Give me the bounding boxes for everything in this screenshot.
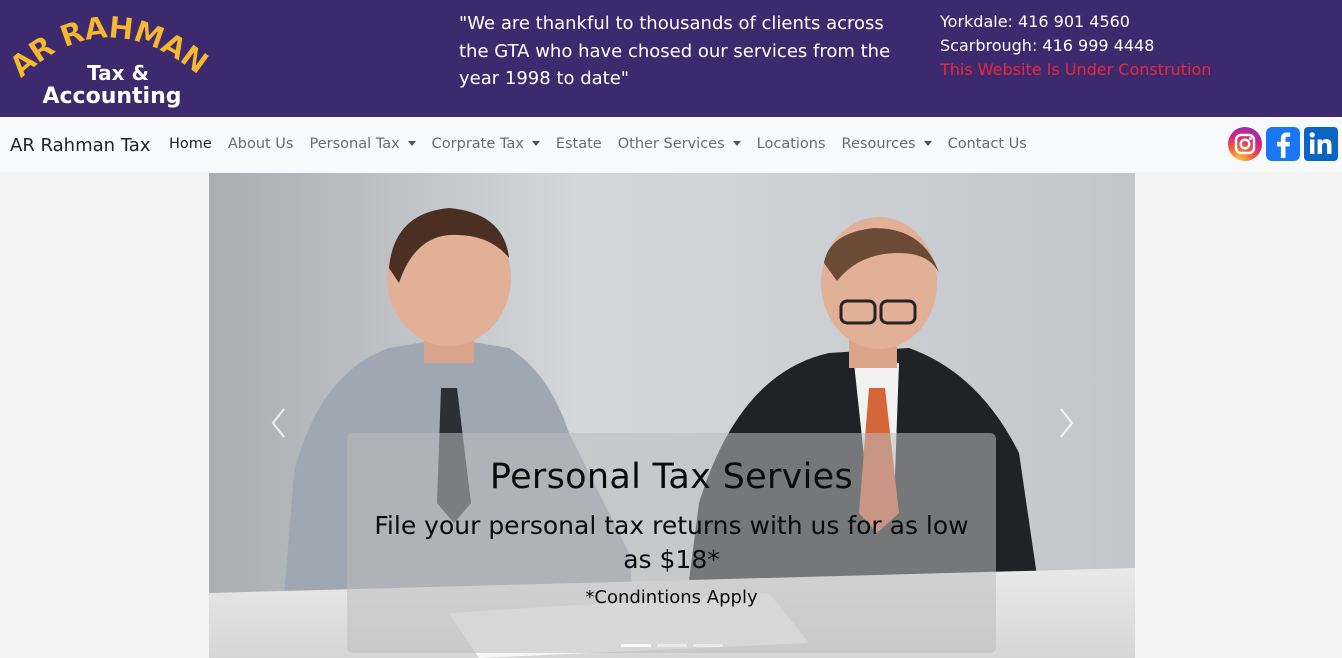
nav-item-locations[interactable]: Locations xyxy=(749,136,834,152)
nav-item-corprate-tax[interactable]: Corprate Tax xyxy=(424,136,548,152)
caret-down-icon xyxy=(407,140,416,146)
facebook-icon[interactable] xyxy=(1266,127,1300,161)
carousel-indicator[interactable] xyxy=(621,644,651,647)
yorkdale-phone: Yorkdale: 416 901 4560 xyxy=(940,12,1130,31)
nav-item-label: Other Services xyxy=(617,136,725,152)
slide-caption: Personal Tax Servies File your personal … xyxy=(347,433,996,653)
nav-item-home[interactable]: Home xyxy=(161,136,220,152)
instagram-icon[interactable] xyxy=(1228,127,1262,161)
nav-item-label: Resources xyxy=(841,136,916,152)
company-logo[interactable]: AR RAHMAN Tax & Accounting xyxy=(6,4,216,114)
nav-item-resources[interactable]: Resources xyxy=(834,136,940,152)
caret-down-icon xyxy=(923,140,932,146)
nav-item-label: About Us xyxy=(227,136,294,152)
top-header: AR RAHMAN Tax & Accounting "We are thank… xyxy=(0,0,1342,117)
nav-item-estate[interactable]: Estate xyxy=(548,136,610,152)
carousel-indicator[interactable] xyxy=(657,644,687,647)
linkedin-icon[interactable] xyxy=(1304,127,1338,161)
nav-item-other-services[interactable]: Other Services xyxy=(610,136,749,152)
social-links xyxy=(1228,127,1338,161)
tagline: "We are thankful to thousands of clients… xyxy=(459,13,891,89)
svg-text:Tax &: Tax & xyxy=(87,61,149,85)
nav-item-about-us[interactable]: About Us xyxy=(220,136,302,152)
nav-item-label: Contact Us xyxy=(947,136,1027,152)
nav-links: Home About Us Personal Tax Corprate Tax … xyxy=(161,136,1035,152)
chevron-left-icon[interactable] xyxy=(264,403,294,443)
nav-item-label: Corprate Tax xyxy=(431,136,524,152)
slide-title: Personal Tax Servies xyxy=(489,457,854,497)
main-navbar: AR Rahman Tax Home About Us Personal Tax… xyxy=(0,117,1342,172)
navbar-brand[interactable]: AR Rahman Tax xyxy=(10,135,150,156)
nav-item-label: Personal Tax xyxy=(309,136,400,152)
nav-item-personal-tax[interactable]: Personal Tax xyxy=(301,136,423,152)
caret-down-icon xyxy=(732,140,741,146)
nav-item-label: Estate xyxy=(555,136,602,152)
nav-item-label: Locations xyxy=(756,136,826,152)
carousel-indicators xyxy=(621,644,723,647)
nav-item-contact-us[interactable]: Contact Us xyxy=(940,136,1035,152)
scarbrough-phone: Scarbrough: 416 999 4448 xyxy=(940,36,1155,55)
hero-carousel: Personal Tax Servies File your personal … xyxy=(209,173,1135,658)
caret-down-icon xyxy=(531,140,540,146)
svg-text:Accounting: Accounting xyxy=(42,84,181,109)
carousel-indicator[interactable] xyxy=(693,644,723,647)
slide-subtitle: File your personal tax returns with us f… xyxy=(374,511,969,574)
contact-info: Yorkdale: 416 901 4560 Scarbrough: 416 9… xyxy=(940,10,1260,82)
slide-note: *Condintions Apply xyxy=(585,587,758,608)
nav-item-label: Home xyxy=(169,136,212,152)
chevron-right-icon[interactable] xyxy=(1051,403,1081,443)
construction-notice: This Website Is Under Constrution xyxy=(940,60,1212,79)
